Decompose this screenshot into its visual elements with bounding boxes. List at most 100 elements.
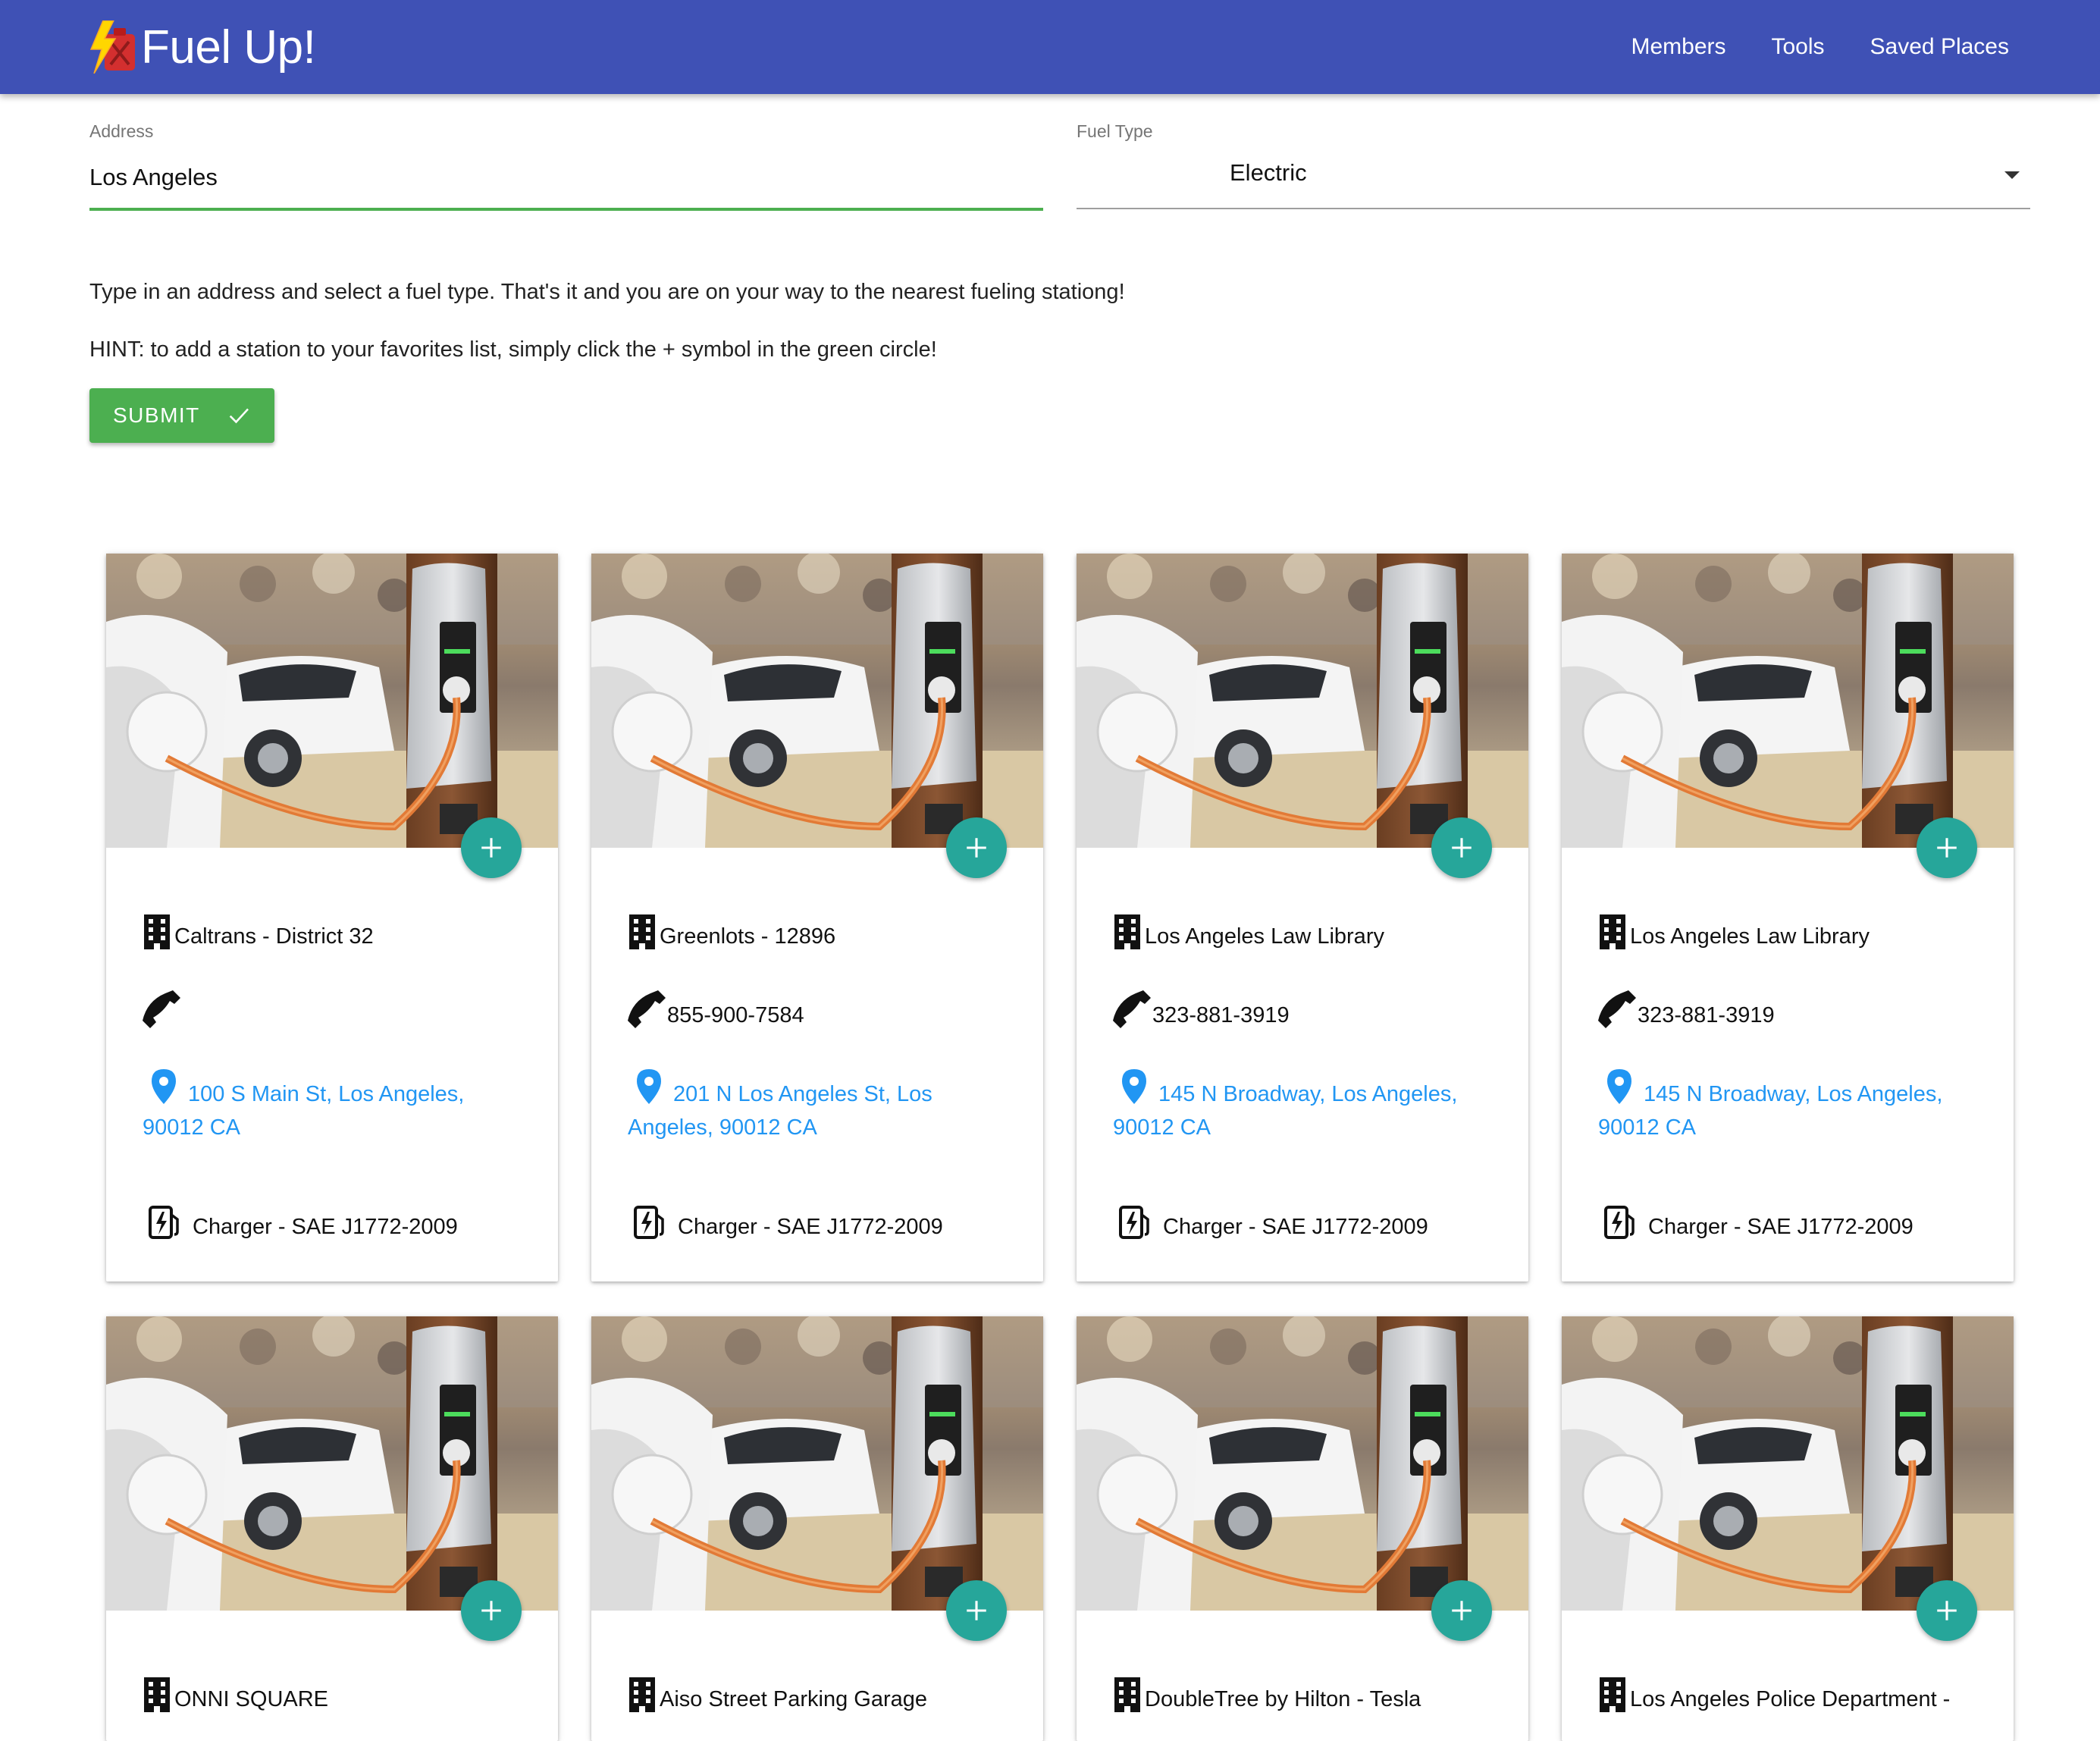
fuel-type-underline xyxy=(1077,208,2030,209)
fuel-can-lightning-icon xyxy=(89,20,135,74)
ev-charging-photo xyxy=(1077,1316,1528,1611)
station-photo xyxy=(106,1316,558,1611)
station-name-row: Aiso Street Parking Garage xyxy=(628,1676,927,1712)
station-charger: Charger - SAE J1772-2009 xyxy=(1648,1215,1914,1239)
fuel-type-select[interactable]: Electric xyxy=(1230,159,1307,187)
station-name: Aiso Street Parking Garage xyxy=(660,1687,928,1711)
station-name: ONNI SQUARE xyxy=(174,1687,329,1711)
phone-icon xyxy=(143,990,180,1028)
building-icon xyxy=(1600,914,1625,949)
map-pin-icon xyxy=(1122,1069,1146,1104)
address-label: Address xyxy=(89,121,154,141)
map-pin-icon xyxy=(1607,1069,1631,1104)
station-address: 201 N Los Angeles St, Los Angeles, 90012… xyxy=(628,1082,932,1140)
phone-icon xyxy=(628,990,666,1028)
add-favorite-button[interactable] xyxy=(461,1580,522,1641)
station-phone-row: 323-881-3919 xyxy=(1113,989,1290,1028)
dropdown-arrow-icon[interactable] xyxy=(2004,171,2020,179)
building-icon xyxy=(629,914,655,949)
fuel-type-label: Fuel Type xyxy=(1077,121,1153,141)
station-photo xyxy=(106,554,558,848)
ev-charging-photo xyxy=(1077,554,1528,848)
station-address-link[interactable]: 100 S Main St, Los Angeles, 90012 CA xyxy=(143,1068,529,1144)
station-photo xyxy=(591,1316,1043,1611)
plus-icon xyxy=(481,1601,501,1620)
building-icon xyxy=(1114,914,1140,949)
station-card: Aiso Street Parking Garage xyxy=(591,1316,1043,1741)
station-name: Los Angeles Law Library xyxy=(1145,924,1384,949)
station-name: Greenlots - 12896 xyxy=(660,924,836,949)
building-icon xyxy=(144,914,170,949)
map-pin-icon xyxy=(152,1069,176,1104)
add-favorite-button[interactable] xyxy=(946,1580,1007,1641)
ev-charging-photo xyxy=(591,1316,1043,1611)
nav-tools[interactable]: Tools xyxy=(1772,34,1825,60)
ev-charging-photo xyxy=(1562,554,2014,848)
building-icon xyxy=(144,1677,170,1712)
station-card: ONNI SQUARE xyxy=(106,1316,558,1741)
station-address: 145 N Broadway, Los Angeles, 90012 CA xyxy=(1113,1082,1458,1140)
station-phone: 855-900-7584 xyxy=(667,1003,804,1027)
ev-charging-photo xyxy=(591,554,1043,848)
station-charger-row: Charger - SAE J1772-2009 xyxy=(1598,1204,1914,1241)
address-field: Address xyxy=(89,121,1043,211)
plus-icon xyxy=(1452,1601,1472,1620)
add-favorite-button[interactable] xyxy=(1431,817,1492,878)
plus-icon xyxy=(1452,838,1472,858)
phone-icon xyxy=(1598,990,1636,1028)
station-name-row: Los Angeles Law Library xyxy=(1598,913,1870,949)
app-bar: Fuel Up! Members Tools Saved Places xyxy=(0,0,2100,94)
station-address-link[interactable]: 145 N Broadway, Los Angeles, 90012 CA xyxy=(1113,1068,1500,1144)
station-phone-row: 855-900-7584 xyxy=(628,989,804,1028)
ev-charger-icon xyxy=(1119,1206,1149,1239)
ev-charging-photo xyxy=(1562,1316,2014,1611)
station-phone-row xyxy=(143,989,182,1028)
add-favorite-button[interactable] xyxy=(1431,1580,1492,1641)
station-name: Los Angeles Law Library xyxy=(1630,924,1870,949)
station-phone-row: 323-881-3919 xyxy=(1598,989,1775,1028)
plus-icon xyxy=(967,1601,986,1620)
ev-charger-icon xyxy=(1604,1206,1635,1239)
station-name-row: Los Angeles Law Library xyxy=(1113,913,1384,949)
address-input[interactable] xyxy=(89,159,1043,196)
submit-button[interactable]: SUBMIT xyxy=(89,388,274,443)
station-address-link[interactable]: 145 N Broadway, Los Angeles, 90012 CA xyxy=(1598,1068,1985,1144)
plus-icon xyxy=(1937,838,1957,858)
station-name-row: Greenlots - 12896 xyxy=(628,913,835,949)
station-charger: Charger - SAE J1772-2009 xyxy=(193,1215,458,1239)
station-card: Los Angeles Law Library 323-881-3919 145 … xyxy=(1077,554,1528,1281)
ev-charger-icon xyxy=(149,1206,179,1239)
station-address: 100 S Main St, Los Angeles, 90012 CA xyxy=(143,1082,465,1140)
plus-icon xyxy=(481,838,501,858)
station-card: Caltrans - District 32 100 S Main St, Lo… xyxy=(106,554,558,1281)
station-name: Caltrans - District 32 xyxy=(174,924,374,949)
submit-label: SUBMIT xyxy=(113,403,200,427)
plus-icon xyxy=(1937,1601,1957,1620)
ev-charging-photo xyxy=(106,1316,558,1611)
station-name: Los Angeles Police Department - xyxy=(1630,1687,1951,1711)
hint-text: HINT: to add a station to your favorites… xyxy=(89,337,937,362)
station-charger-row: Charger - SAE J1772-2009 xyxy=(143,1204,458,1241)
station-photo xyxy=(591,554,1043,848)
station-name: DoubleTree by Hilton - Tesla xyxy=(1145,1687,1421,1711)
station-charger: Charger - SAE J1772-2009 xyxy=(678,1215,943,1239)
ev-charger-icon xyxy=(634,1206,664,1239)
brand[interactable]: Fuel Up! xyxy=(88,18,316,76)
station-address-link[interactable]: 201 N Los Angeles St, Los Angeles, 90012… xyxy=(628,1068,1014,1144)
station-charger-row: Charger - SAE J1772-2009 xyxy=(628,1204,943,1241)
add-favorite-button[interactable] xyxy=(461,817,522,878)
instructions-text: Type in an address and select a fuel typ… xyxy=(89,280,1125,304)
add-favorite-button[interactable] xyxy=(1917,1580,1977,1641)
fuel-type-field: Fuel Type Electric xyxy=(1077,121,2030,209)
station-phone: 323-881-3919 xyxy=(1638,1003,1775,1027)
building-icon xyxy=(629,1677,655,1712)
nav-saved-places[interactable]: Saved Places xyxy=(1870,34,2009,60)
station-name-row: DoubleTree by Hilton - Tesla xyxy=(1113,1676,1421,1712)
nav-members[interactable]: Members xyxy=(1631,34,1725,60)
station-charger: Charger - SAE J1772-2009 xyxy=(1163,1215,1428,1239)
address-underline xyxy=(89,208,1043,211)
station-card: Greenlots - 12896 855-900-7584 201 N Los … xyxy=(591,554,1043,1281)
add-favorite-button[interactable] xyxy=(1917,817,1977,878)
app-title: Fuel Up! xyxy=(141,20,316,74)
add-favorite-button[interactable] xyxy=(946,817,1007,878)
